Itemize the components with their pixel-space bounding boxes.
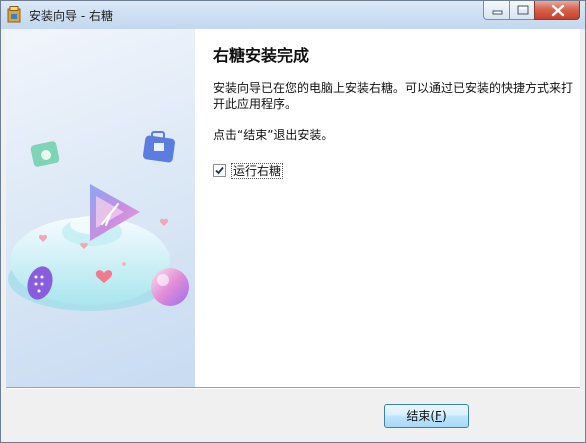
instruction-text: 点击“结束”退出安装。 bbox=[213, 128, 334, 142]
footer-divider-highlight bbox=[6, 388, 580, 389]
minimize-button[interactable] bbox=[483, 1, 510, 20]
run-app-label[interactable]: 运行右糖 bbox=[231, 163, 284, 179]
briefcase-icon bbox=[142, 131, 176, 163]
close-button[interactable] bbox=[534, 1, 580, 20]
check-icon bbox=[215, 166, 224, 175]
maximize-button[interactable] bbox=[509, 1, 535, 20]
package-icon bbox=[7, 6, 21, 23]
camera-icon bbox=[30, 141, 60, 167]
installer-window: 安装向导 - 右糖 右糖安装完成 安装向导已在您的电脑上安装右糖。可以通过已安装… bbox=[0, 0, 586, 443]
finish-button-prefix: 结束( bbox=[406, 409, 436, 423]
finish-button-accelerator: F bbox=[435, 409, 442, 423]
gradient-orb-icon bbox=[151, 268, 189, 306]
finish-button-suffix: ) bbox=[441, 409, 447, 423]
title-bar[interactable]: 安装向导 - 右糖 bbox=[1, 1, 585, 29]
run-app-checkbox[interactable] bbox=[213, 164, 226, 177]
page-title: 右糖安装完成 bbox=[213, 46, 310, 65]
content-area: 右糖安装完成 安装向导已在您的电脑上安装右糖。可以通过已安装的快捷方式来打开此应… bbox=[6, 29, 580, 387]
description-text: 安装向导已在您的电脑上安装右糖。可以通过已安装的快捷方式来打开此应用程序。 bbox=[213, 81, 574, 111]
close-icon bbox=[551, 4, 565, 17]
window-title: 安装向导 - 右糖 bbox=[29, 9, 113, 23]
finish-button[interactable]: 结束(F) bbox=[384, 404, 469, 428]
minimize-icon bbox=[492, 10, 503, 15]
sidebar-illustration bbox=[6, 29, 195, 387]
maximize-icon bbox=[517, 5, 529, 15]
